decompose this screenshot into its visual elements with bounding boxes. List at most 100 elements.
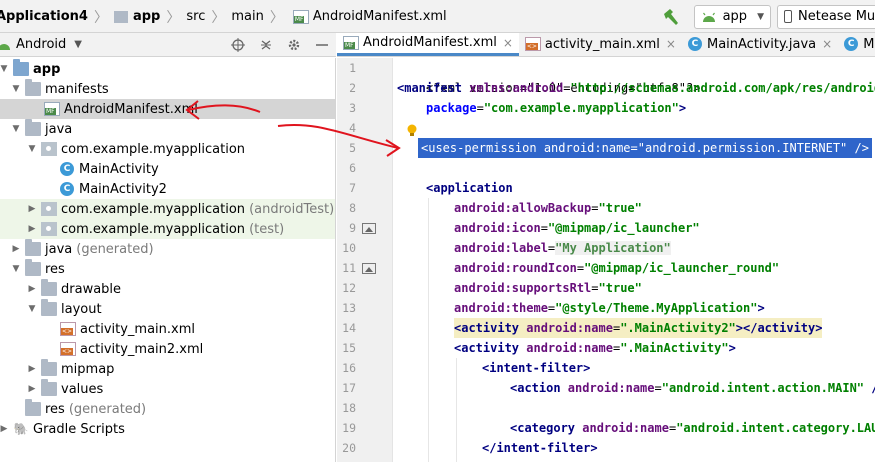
close-icon[interactable]: × (822, 37, 832, 51)
xml-value: "My Application" (555, 241, 671, 255)
device-selector[interactable]: Netease Mul (777, 4, 875, 29)
tab-activity-main-xml[interactable]: <> activity_main.xml × (519, 33, 682, 56)
folder-icon (25, 119, 41, 136)
breadcrumb-project[interactable]: Application4 (0, 9, 88, 24)
tab-mainactivity[interactable]: C MainActivity (838, 33, 875, 56)
code-editor[interactable]: <?xml version="1.0" encoding="utf-8"?> <… (394, 58, 875, 462)
xml-value: "android.intent.category.LAUN (676, 421, 875, 435)
xml-file-icon: <> (60, 322, 76, 336)
tree-item-values[interactable]: ▶ values (0, 379, 335, 399)
tree-item-java-generated[interactable]: ▶ java (generated) (0, 239, 335, 259)
close-icon[interactable]: × (666, 37, 676, 51)
package-icon (41, 222, 57, 236)
line-number: 15 (342, 341, 356, 355)
image-preview-icon[interactable] (362, 223, 376, 234)
tab-mainactivity-java[interactable]: C MainActivity.java × (682, 33, 838, 56)
xml-tag: /> (864, 381, 875, 395)
line-number: 18 (342, 401, 356, 415)
collapse-all-icon[interactable] (258, 37, 274, 53)
tree-item-package-test[interactable]: ▶ com.example.myapplication (test) (0, 219, 335, 239)
tree-item-res[interactable]: ▼ res (0, 259, 335, 279)
line-number: 17 (342, 381, 356, 395)
class-icon: C (687, 37, 702, 51)
xml-value: "@mipmap/ic_launcher_round" (584, 261, 780, 275)
line-number: 12 (342, 281, 356, 295)
xml-eq: = (576, 261, 585, 275)
chevron-right-icon[interactable]: ▶ (26, 224, 38, 234)
tree-item-app[interactable]: ▼ app (0, 59, 335, 79)
code-line-8: android:allowBackup="true" (454, 198, 642, 218)
folder-icon (25, 79, 41, 96)
line-number: 3 (349, 101, 356, 115)
chevron-down-icon[interactable]: ▼ (74, 39, 82, 50)
tree-item-activity-main-xml[interactable]: <> activity_main.xml (0, 319, 335, 339)
tree-item-androidmanifest[interactable]: MF AndroidManifest.xml (0, 99, 335, 119)
android-icon (702, 12, 715, 22)
project-panel-tools (230, 33, 336, 57)
run-config-selector[interactable]: app ▼ (693, 4, 771, 29)
breadcrumb-separator: 〉 (166, 9, 181, 26)
image-preview-icon[interactable] (362, 263, 376, 274)
chevron-right-icon[interactable]: ▶ (26, 284, 38, 294)
tree-item-label: AndroidManifest.xml (64, 101, 198, 117)
lightbulb-icon[interactable] (407, 124, 417, 137)
xml-eq: = (654, 381, 662, 395)
tree-item-package-androidtest[interactable]: ▶ com.example.myapplication (androidTest… (0, 199, 335, 219)
xml-tag: > (728, 341, 736, 355)
breadcrumb-main[interactable]: main (231, 9, 263, 24)
breadcrumb-src[interactable]: src (186, 9, 205, 24)
chevron-right-icon[interactable]: ▶ (26, 384, 38, 394)
xml-attr: android:name (560, 381, 655, 395)
toolbar-right: app ▼ Netease Mul (660, 0, 875, 33)
xml-value: ".MainActivity" (620, 341, 729, 355)
tree-item-mainactivity[interactable]: C MainActivity (0, 159, 335, 179)
code-line-13: android:theme="@style/Theme.MyApplicatio… (454, 298, 765, 318)
chevron-down-icon[interactable]: ▼ (26, 144, 38, 154)
line-number: 20 (342, 441, 356, 455)
tab-label: AndroidManifest.xml (363, 35, 497, 50)
tree-item-label: layout (61, 301, 102, 317)
tree-item-label: app (33, 61, 61, 77)
chevron-down-icon[interactable]: ▼ (26, 304, 38, 314)
code-line-1: <?xml version="1.0" encoding="utf-8"?> (397, 58, 701, 95)
tree-item-drawable[interactable]: ▶ drawable (0, 279, 335, 299)
xml-value: "true" (598, 201, 642, 215)
chevron-right-icon[interactable]: ▶ (10, 244, 22, 254)
project-view-selector[interactable]: Android (16, 37, 66, 52)
tree-item-label: mipmap (61, 361, 115, 377)
gradle-icon: 🐘 (13, 422, 29, 436)
close-icon[interactable]: × (503, 36, 513, 50)
chevron-right-icon[interactable]: ▶ (26, 364, 38, 374)
xml-tag: /> (847, 141, 869, 155)
chevron-down-icon[interactable]: ▼ (10, 264, 22, 274)
breadcrumb-app[interactable]: app (133, 9, 160, 24)
tree-item-label: MainActivity2 (79, 181, 167, 197)
folder-icon (41, 379, 57, 396)
tree-item-manifests[interactable]: ▼ manifests (0, 79, 335, 99)
tree-item-gradle-scripts[interactable]: ▶ 🐘 Gradle Scripts (0, 419, 335, 439)
code-line-11: android:roundIcon="@mipmap/ic_launcher_r… (454, 258, 779, 278)
tab-androidmanifest[interactable]: MF AndroidManifest.xml × (337, 33, 519, 56)
gear-icon[interactable] (286, 37, 302, 53)
chevron-down-icon[interactable]: ▼ (10, 84, 22, 94)
tree-item-mipmap[interactable]: ▶ mipmap (0, 359, 335, 379)
tree-item-package[interactable]: ▼ com.example.myapplication (0, 139, 335, 159)
xml-eq: = (540, 221, 548, 235)
chevron-right-icon[interactable]: ▶ (0, 424, 10, 434)
build-hammer-icon[interactable] (660, 6, 682, 28)
xml-eq: = (630, 141, 638, 155)
chevron-right-icon[interactable]: ▶ (26, 204, 38, 214)
project-panel-header: Android ▼ (0, 33, 336, 57)
tree-item-activity-main2-xml[interactable]: <> activity_main2.xml (0, 339, 335, 359)
tree-item-res-generated[interactable]: res (generated) (0, 399, 335, 419)
tree-item-layout[interactable]: ▼ layout (0, 299, 335, 319)
tree-item-label: manifests (45, 81, 109, 97)
locate-icon[interactable] (230, 37, 246, 53)
chevron-down-icon[interactable]: ▼ (0, 64, 10, 74)
tree-item-mainactivity2[interactable]: C MainActivity2 (0, 179, 335, 199)
folder-icon (113, 10, 128, 23)
tree-item-java[interactable]: ▼ java (0, 119, 335, 139)
breadcrumb-file[interactable]: AndroidManifest.xml (313, 9, 447, 24)
hide-panel-icon[interactable] (314, 37, 330, 53)
chevron-down-icon[interactable]: ▼ (10, 124, 22, 134)
